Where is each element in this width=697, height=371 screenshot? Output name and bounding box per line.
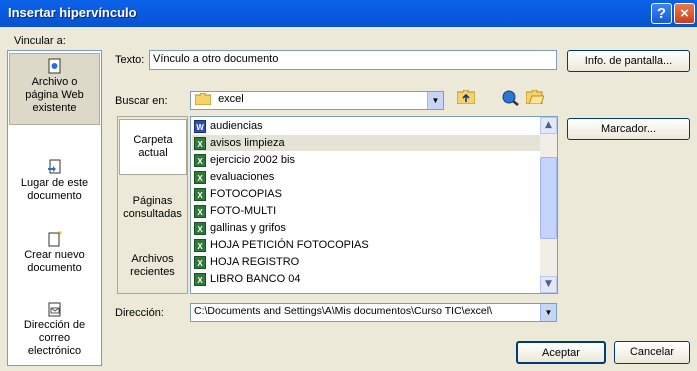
link-email-line2: correo: [38, 332, 71, 344]
link-new-line2: documento: [27, 262, 82, 274]
link-place-line2: documento: [27, 190, 82, 202]
list-item[interactable]: X HOJA PETICIÓN FOTOCOPIAS: [192, 237, 542, 253]
excel-file-icon: X: [194, 272, 206, 286]
text-input[interactable]: Vínculo a otro documento: [149, 50, 557, 70]
nav-current-line2: actual: [138, 147, 168, 159]
list-item[interactable]: Xejercicio 2002 bis: [192, 152, 542, 168]
excel-file-icon: X: [194, 170, 206, 184]
link-place-line1: Lugar de este: [20, 177, 89, 189]
excel-file-icon: X: [194, 136, 206, 150]
file-name: evaluaciones: [210, 171, 275, 183]
cancel-button[interactable]: Cancelar: [614, 341, 690, 364]
insert-hyperlink-dialog: Insertar hipervínculo ? × Vincular a: Ar…: [0, 0, 697, 371]
file-name: ejercicio 2002 bis: [210, 154, 295, 166]
close-button[interactable]: ×: [674, 3, 695, 24]
address-value: C:\Documents and Settings\A\Mis document…: [194, 305, 493, 317]
file-name: FOTOCOPIAS: [210, 188, 282, 200]
list-item[interactable]: X LIBRO BANCO 04: [192, 271, 542, 287]
scroll-thumb[interactable]: [540, 157, 557, 239]
look-in-label: Buscar en:: [115, 95, 168, 107]
look-in-combo[interactable]: excel ▼: [190, 91, 444, 110]
excel-file-icon: X: [194, 255, 206, 269]
look-in-value: excel: [218, 93, 244, 105]
link-new-line1: Crear nuevo: [24, 249, 85, 261]
list-item[interactable]: Xgallinas y grifos: [192, 220, 542, 236]
up-folder-icon[interactable]: [455, 89, 477, 110]
scroll-up-button[interactable]: ▲: [540, 117, 557, 134]
scroll-down-button[interactable]: ▼: [540, 276, 557, 293]
link-to-label: Vincular a:: [14, 35, 66, 47]
dialog-title: Insertar hipervínculo: [8, 5, 137, 20]
nav-recent-line2: recientes: [130, 266, 175, 278]
link-existing-file-button[interactable]: Archivo o página Web existente: [9, 53, 100, 125]
ok-button[interactable]: Aceptar: [516, 341, 606, 364]
document-place-icon: [47, 159, 60, 174]
bookmark-button[interactable]: Marcador...: [567, 118, 690, 140]
excel-file-icon: X: [194, 221, 206, 235]
list-item[interactable]: X FOTO-MULTI: [192, 203, 542, 219]
excel-file-icon: X: [194, 153, 206, 167]
nav-current-folder[interactable]: Carpeta actual: [119, 119, 187, 175]
file-name: HOJA REGISTRO: [210, 256, 300, 268]
file-name: audiencias: [210, 120, 263, 132]
screentip-button[interactable]: Info. de pantalla...: [567, 50, 690, 72]
title-bar: Insertar hipervínculo ? ×: [0, 0, 697, 27]
nav-recent-files[interactable]: Archivos recientes: [118, 245, 187, 297]
browse-file-icon[interactable]: [524, 89, 546, 110]
nav-recent-line1: Archivos: [131, 253, 174, 265]
link-email-line1: Dirección de: [23, 319, 86, 331]
help-button[interactable]: ?: [651, 3, 672, 24]
link-to-pane: Archivo o página Web existente Lugar de …: [7, 50, 102, 366]
list-item[interactable]: X HOJA REGISTRO: [192, 254, 542, 270]
list-item[interactable]: X FOTOCOPIAS: [192, 186, 542, 202]
new-document-icon: [48, 231, 62, 247]
text-label: Texto:: [115, 54, 145, 66]
link-existing-line3: existente: [32, 102, 77, 114]
nav-browsed-line1: Páginas: [132, 195, 173, 207]
list-item[interactable]: Waudiencias: [192, 118, 542, 134]
link-place-in-document-button[interactable]: Lugar de este documento: [9, 159, 100, 209]
file-web-icon: [48, 58, 60, 74]
link-email-address-button[interactable]: Dirección de correo electrónico: [9, 301, 100, 365]
email-icon: [48, 302, 60, 317]
file-name: LIBRO BANCO 04: [210, 273, 301, 285]
nav-current-line1: Carpeta: [133, 134, 173, 146]
link-existing-line1: Archivo o: [31, 76, 78, 88]
list-item[interactable]: Xevaluaciones: [192, 169, 542, 185]
link-email-line3: electrónico: [27, 345, 82, 357]
file-name: FOTO-MULTI: [210, 205, 277, 217]
excel-file-icon: X: [194, 238, 206, 252]
folder-icon: [194, 92, 212, 106]
excel-file-icon: X: [194, 204, 206, 218]
file-name: gallinas y grifos: [210, 222, 286, 234]
link-existing-line2: página Web: [25, 89, 84, 101]
list-item[interactable]: Xavisos limpieza: [192, 135, 542, 151]
browse-web-icon[interactable]: [500, 90, 522, 110]
file-list[interactable]: Waudiencias Xavisos limpieza Xejercicio …: [190, 116, 558, 294]
address-dropdown-arrow[interactable]: ▼: [540, 304, 556, 321]
file-name: HOJA PETICIÓN FOTOCOPIAS: [210, 239, 369, 251]
excel-file-icon: X: [194, 187, 206, 201]
file-name: avisos limpieza: [210, 137, 285, 149]
link-new-document-button[interactable]: Crear nuevo documento: [9, 231, 100, 281]
look-in-dropdown-arrow[interactable]: ▼: [427, 92, 443, 109]
word-file-icon: W: [194, 119, 206, 133]
folder-nav-column: Carpeta actual Páginas consultadas Archi…: [117, 116, 188, 294]
address-label: Dirección:: [115, 307, 164, 319]
address-combo[interactable]: C:\Documents and Settings\A\Mis document…: [190, 303, 557, 322]
file-list-scrollbar[interactable]: ▲ ▼: [540, 117, 557, 293]
nav-browsed-line2: consultadas: [123, 208, 182, 220]
nav-browsed-pages[interactable]: Páginas consultadas: [118, 187, 187, 239]
